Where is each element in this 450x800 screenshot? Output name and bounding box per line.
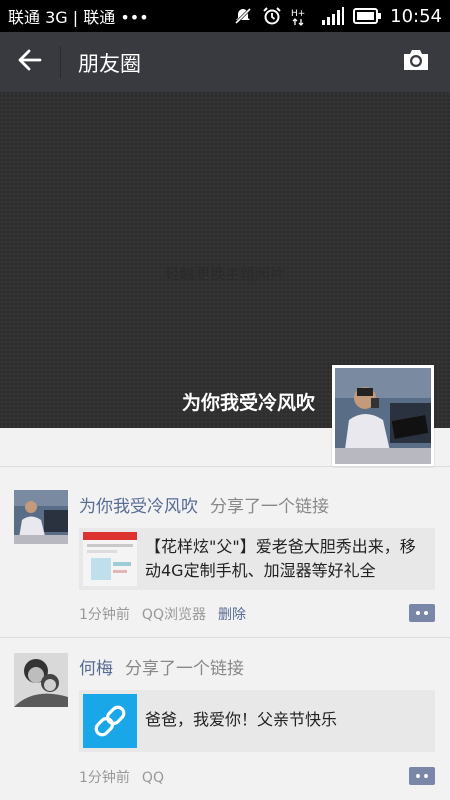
post-author-name: 何梅: [79, 659, 113, 679]
avatar-photo: [335, 368, 431, 464]
alarm-icon: [262, 6, 282, 26]
post-action: 分享了一个链接: [210, 497, 329, 517]
post-meta: 1分钟前 QQ浏览器 删除: [79, 604, 258, 624]
camera-button[interactable]: [400, 46, 432, 78]
link-title: 爸爸，我爱你！父亲节快乐: [145, 710, 338, 729]
clock: 10:54: [390, 5, 442, 27]
battery-icon: [353, 8, 382, 24]
delete-button[interactable]: 删除: [218, 607, 246, 623]
dot: [416, 611, 420, 615]
avatar-photo: [14, 653, 68, 707]
feed-divider: [0, 466, 450, 467]
post-author[interactable]: 为你我受冷风吹 分享了一个链接: [79, 492, 329, 517]
post-author-avatar[interactable]: [14, 490, 68, 544]
mute-icon: [233, 6, 253, 26]
dot: [424, 774, 428, 778]
dot: [416, 774, 420, 778]
post-author-avatar[interactable]: [14, 653, 68, 707]
link-thumbnail: [83, 532, 137, 586]
svg-text:H+: H+: [291, 9, 305, 19]
owner-avatar[interactable]: [332, 365, 434, 467]
signal-icon: [322, 7, 345, 25]
link-thumbnail: [83, 694, 137, 748]
post-time: 1分钟前: [79, 607, 130, 623]
link-title: 【花样炫"父"】爱老爸大胆秀出来，移动4G定制手机、加湿器等好礼全: [145, 537, 416, 580]
page-title: 朋友圈: [78, 52, 141, 76]
status-icons: H+ 10:54: [233, 6, 442, 27]
feed-divider: [0, 637, 450, 638]
comment-button[interactable]: [409, 767, 435, 785]
post-source: QQ浏览器: [141, 607, 206, 623]
post-meta: 1分钟前 QQ: [79, 767, 176, 787]
camera-icon: [402, 48, 430, 76]
back-button[interactable]: [14, 47, 46, 77]
comment-button[interactable]: [409, 604, 435, 622]
avatar-photo: [14, 490, 68, 544]
status-bar: 联通 3G | 联通 ••• H+ 10:54: [0, 0, 450, 32]
post-time: 1分钟前: [79, 770, 130, 786]
dot: [424, 611, 428, 615]
post-author-name: 为你我受冷风吹: [79, 497, 198, 517]
arrow-left-icon: [18, 49, 42, 75]
shared-link-card[interactable]: 爸爸，我爱你！父亲节快乐: [79, 690, 435, 752]
shared-link-card[interactable]: 【花样炫"父"】爱老爸大胆秀出来，移动4G定制手机、加湿器等好礼全: [79, 528, 435, 590]
cover-hint: 轻触更换主题照片: [164, 265, 285, 283]
carrier-info: 联通 3G | 联通 •••: [8, 4, 149, 28]
post-author[interactable]: 何梅 分享了一个链接: [79, 654, 244, 679]
title-divider: [60, 46, 61, 78]
post-source: QQ: [141, 770, 164, 786]
post-action: 分享了一个链接: [125, 659, 244, 679]
network-h-icon: H+: [291, 6, 313, 26]
title-bar: 朋友圈: [0, 32, 450, 92]
carrier-text: 联通 3G | 联通 •••: [8, 8, 149, 27]
owner-name: 为你我受冷风吹: [181, 392, 315, 414]
link-icon: [83, 694, 137, 748]
